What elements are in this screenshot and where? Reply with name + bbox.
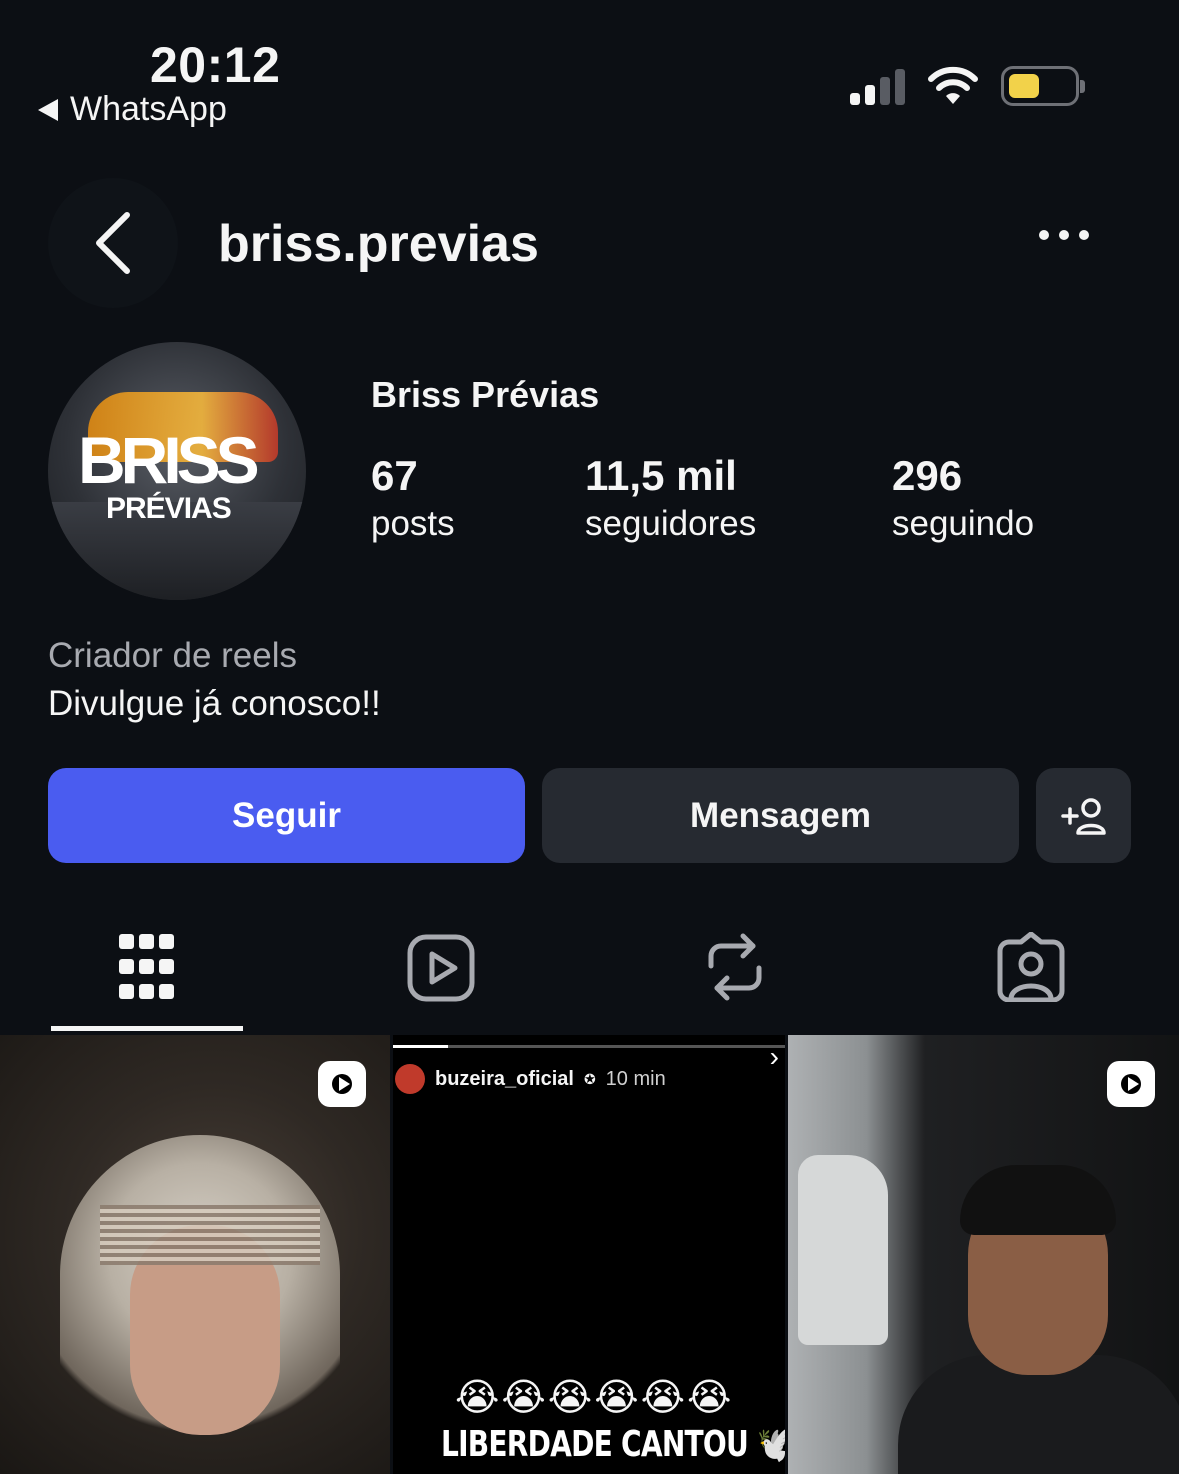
post-image-hair	[960, 1165, 1116, 1235]
story-username: buzeira_oficial	[435, 1067, 574, 1090]
stat-followers[interactable]: 11,5 mil seguidores	[585, 452, 756, 544]
more-dot-icon	[1059, 230, 1069, 240]
chevron-right-icon: ›	[769, 1041, 779, 1072]
stat-followers-value: 11,5 mil	[585, 452, 737, 499]
add-person-button[interactable]	[1036, 768, 1131, 863]
profile-bio: Divulgue já conosco!!	[48, 684, 381, 723]
post-thumbnail[interactable]	[0, 1035, 390, 1474]
back-button[interactable]	[48, 178, 178, 308]
profile-username: briss.previas	[218, 215, 539, 273]
stat-followers-label: seguidores	[585, 504, 757, 543]
stat-posts-label: posts	[371, 504, 455, 543]
active-tab-indicator	[51, 1026, 243, 1031]
status-indicators	[850, 66, 1085, 106]
post-thumbnail[interactable]	[788, 1035, 1179, 1474]
story-progress-bar	[393, 1045, 785, 1048]
stat-following-label: seguindo	[892, 504, 1035, 543]
more-options-button[interactable]	[1039, 230, 1089, 240]
reel-badge-icon	[318, 1061, 366, 1107]
stat-posts-value: 67	[371, 452, 418, 499]
tab-tagged[interactable]	[935, 928, 1127, 1018]
back-to-app[interactable]: WhatsApp	[38, 90, 227, 129]
tab-grid[interactable]	[51, 928, 243, 1018]
avatar-brand-sub: PRÉVIAS	[106, 492, 232, 525]
post-image-blur	[100, 1205, 320, 1265]
stat-posts[interactable]: 67 posts	[371, 452, 455, 544]
story-avatar	[395, 1064, 425, 1094]
profile-category: Criador de reels	[48, 636, 297, 675]
message-button[interactable]: Mensagem	[542, 768, 1019, 863]
story-header: buzeira_oficial ✪ 10 min	[393, 1059, 785, 1099]
story-emojis: 😭😭😭😭😭😭	[455, 1377, 734, 1419]
tagged-icon	[997, 932, 1065, 1002]
stat-following-value: 296	[892, 452, 963, 499]
story-caption-text: LIBERDADE CANTOU	[441, 1424, 749, 1465]
battery-icon	[1001, 66, 1085, 106]
more-dot-icon	[1079, 230, 1089, 240]
reel-badge-icon	[1107, 1061, 1155, 1107]
wifi-icon	[928, 66, 978, 104]
posts-grid: buzeira_oficial ✪ 10 min › 😭😭😭😭😭😭 LIBERD…	[0, 1035, 1179, 1474]
post-image-window	[798, 1155, 888, 1345]
profile-display-name: Briss Prévias	[371, 374, 600, 415]
tab-reposts[interactable]	[639, 928, 831, 1018]
avatar-brand-main: BRISS	[78, 423, 260, 497]
chevron-left-icon	[96, 212, 130, 274]
add-person-icon	[1060, 797, 1106, 835]
status-time: 20:12	[150, 37, 281, 93]
more-dot-icon	[1039, 230, 1049, 240]
reels-icon	[407, 934, 475, 1002]
story-caption: LIBERDADE CANTOU 🕊️🔒	[441, 1423, 785, 1465]
story-time: 10 min	[605, 1067, 666, 1090]
profile-avatar[interactable]: BRISS PRÉVIAS	[48, 342, 306, 600]
stat-following[interactable]: 296 seguindo	[892, 452, 1034, 544]
profile-tabs	[0, 928, 1179, 1033]
tab-reels[interactable]	[345, 928, 537, 1018]
back-triangle-icon	[38, 98, 58, 121]
back-app-label: WhatsApp	[70, 90, 227, 128]
cellular-signal-icon	[850, 67, 905, 105]
profile-header: briss.previas	[0, 178, 1179, 308]
follow-button[interactable]: Seguir	[48, 768, 525, 863]
repost-icon	[708, 933, 762, 1001]
grid-icon	[119, 934, 174, 999]
verified-badge-icon: ✪	[583, 1070, 596, 1087]
post-thumbnail[interactable]: buzeira_oficial ✪ 10 min › 😭😭😭😭😭😭 LIBERD…	[393, 1035, 785, 1474]
